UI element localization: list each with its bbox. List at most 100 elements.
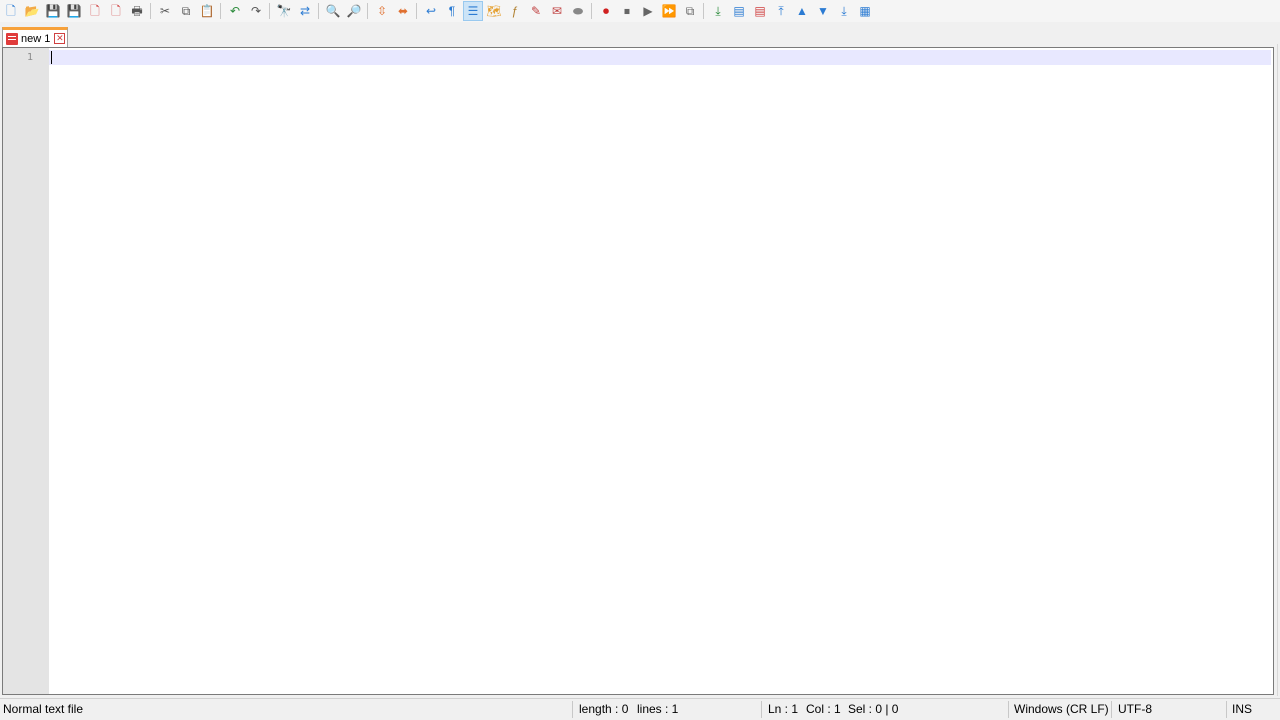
word-wrap-button[interactable]: ↩ bbox=[421, 1, 441, 21]
replace-button[interactable]: ⇄ bbox=[295, 1, 315, 21]
status-encoding[interactable]: UTF-8 bbox=[1118, 699, 1152, 720]
user-lang-icon: ⬬ bbox=[572, 4, 584, 18]
sync-vertical-icon: ⇳ bbox=[376, 4, 388, 18]
status-sel: Sel : 0 | 0 bbox=[848, 702, 899, 716]
toolbar-separator bbox=[318, 3, 319, 19]
status-lines: lines : 1 bbox=[637, 702, 679, 716]
status-divider bbox=[761, 701, 762, 718]
status-length: length : 0 bbox=[579, 702, 629, 716]
close-all-icon: 🗋 bbox=[111, 4, 121, 18]
zoom-out-icon: 🔎 bbox=[346, 4, 362, 18]
macro-stop-icon: ⏹ bbox=[623, 4, 630, 18]
previous-diff-icon: ▲ bbox=[796, 4, 808, 18]
notepad-window: 🗋 📂 💾 💾 🗋 🗋 🖶 ✂ ⧉ 📋 ↶ ↷ 🔭 ⇄ 🔍 🔎 ⇳ ⬌ ↩ ¶ ☰ 🗺 ƒ ✎ ✉ ⬬ ⏺ ⏹ ▶ ⏩ ⧉ ⤓ ▤ ▤ ⤒ ▲ ▼ ⤓ ▦ … bbox=[0, 0, 1280, 720]
macro-play-icon: ▶ bbox=[643, 4, 653, 18]
text-caret bbox=[51, 51, 52, 64]
show-all-characters-button[interactable]: ¶ bbox=[442, 1, 462, 21]
document-map-button[interactable]: 🗺 bbox=[484, 1, 504, 21]
macro-stop-button[interactable]: ⏹ bbox=[617, 1, 637, 21]
toolbar-separator bbox=[269, 3, 270, 19]
download-button[interactable]: ⤓ bbox=[708, 1, 728, 21]
toolbar-separator bbox=[703, 3, 704, 19]
sync-horizontal-icon: ⬌ bbox=[397, 4, 409, 18]
macro-record-button[interactable]: ⏺ bbox=[596, 1, 616, 21]
macro-save-button[interactable]: ⧉ bbox=[680, 1, 700, 21]
redo-button[interactable]: ↷ bbox=[246, 1, 266, 21]
macro-play-button[interactable]: ▶ bbox=[638, 1, 658, 21]
monitoring-button[interactable]: ✉ bbox=[547, 1, 567, 21]
text-editor[interactable]: 1 bbox=[2, 47, 1274, 695]
navigation-bar-button[interactable]: ▦ bbox=[855, 1, 875, 21]
find-button[interactable]: 🔭 bbox=[274, 1, 294, 21]
monitoring-icon: ✉ bbox=[551, 4, 563, 18]
last-diff-button[interactable]: ⤓ bbox=[834, 1, 854, 21]
close-tab-icon[interactable]: ✕ bbox=[54, 33, 66, 44]
cut-icon: ✂ bbox=[159, 4, 171, 18]
toolbar-separator bbox=[591, 3, 592, 19]
status-eol[interactable]: Windows (CR LF) bbox=[1014, 699, 1109, 720]
first-diff-button[interactable]: ⤒ bbox=[771, 1, 791, 21]
function-list-button[interactable]: ƒ bbox=[505, 1, 525, 21]
save-icon: 💾 bbox=[45, 4, 61, 18]
status-divider bbox=[1111, 701, 1112, 718]
document-map-icon: 🗺 bbox=[486, 4, 502, 18]
unsaved-file-icon bbox=[6, 32, 18, 45]
last-diff-icon: ⤓ bbox=[841, 4, 847, 18]
sync-vertical-button[interactable]: ⇳ bbox=[372, 1, 392, 21]
tab-new-1[interactable]: new 1 ✕ bbox=[2, 27, 68, 47]
tab-bar: new 1 ✕ bbox=[0, 24, 1280, 47]
sync-horizontal-button[interactable]: ⬌ bbox=[393, 1, 413, 21]
zoom-in-button[interactable]: 🔍 bbox=[323, 1, 343, 21]
tab-label: new 1 bbox=[21, 32, 51, 45]
status-bar: Normal text file length : 0 lines : 1 Ln… bbox=[0, 698, 1280, 720]
zoom-out-button[interactable]: 🔎 bbox=[344, 1, 364, 21]
toolbar-separator bbox=[150, 3, 151, 19]
compare-button[interactable]: ▤ bbox=[729, 1, 749, 21]
status-divider bbox=[1008, 701, 1009, 718]
clear-compare-icon: ▤ bbox=[754, 4, 766, 18]
redo-icon: ↷ bbox=[250, 4, 262, 18]
paste-button[interactable]: 📋 bbox=[197, 1, 217, 21]
open-file-button[interactable]: 📂 bbox=[22, 1, 42, 21]
indent-guide-icon: ☰ bbox=[467, 4, 479, 18]
clear-compare-button[interactable]: ▤ bbox=[750, 1, 770, 21]
close-file-button[interactable]: 🗋 bbox=[85, 1, 105, 21]
status-insert-mode[interactable]: INS bbox=[1232, 699, 1252, 720]
line-number: 1 bbox=[26, 52, 33, 63]
previous-diff-button[interactable]: ▲ bbox=[792, 1, 812, 21]
save-all-button[interactable]: 💾 bbox=[64, 1, 84, 21]
close-file-icon: 🗋 bbox=[90, 4, 100, 18]
user-lang-button[interactable]: ⬬ bbox=[568, 1, 588, 21]
download-icon: ⤓ bbox=[715, 4, 721, 18]
current-line-highlight bbox=[49, 50, 1271, 65]
toolbar-separator bbox=[416, 3, 417, 19]
first-diff-icon: ⤒ bbox=[778, 4, 784, 18]
new-file-button[interactable]: 🗋 bbox=[1, 1, 21, 21]
folder-as-workspace-button[interactable]: ✎ bbox=[526, 1, 546, 21]
copy-button[interactable]: ⧉ bbox=[176, 1, 196, 21]
show-all-characters-icon: ¶ bbox=[448, 4, 456, 18]
toolbar-separator bbox=[367, 3, 368, 19]
find-icon: 🔭 bbox=[276, 4, 292, 18]
undo-button[interactable]: ↶ bbox=[225, 1, 245, 21]
macro-record-icon: ⏺ bbox=[602, 4, 609, 18]
function-list-icon: ƒ bbox=[511, 4, 519, 18]
next-diff-button[interactable]: ▼ bbox=[813, 1, 833, 21]
close-all-button[interactable]: 🗋 bbox=[106, 1, 126, 21]
window-edge bbox=[1274, 44, 1280, 696]
toolbar-separator bbox=[220, 3, 221, 19]
status-col: Col : 1 bbox=[806, 702, 841, 716]
status-divider bbox=[1226, 701, 1227, 718]
status-ln: Ln : 1 bbox=[768, 702, 799, 716]
folder-as-workspace-icon: ✎ bbox=[530, 4, 542, 18]
print-button[interactable]: 🖶 bbox=[127, 1, 147, 21]
macro-run-multiple-icon: ⏩ bbox=[661, 4, 677, 18]
indent-guide-button[interactable]: ☰ bbox=[463, 1, 483, 21]
word-wrap-icon: ↩ bbox=[425, 4, 437, 18]
macro-run-multiple-button[interactable]: ⏩ bbox=[659, 1, 679, 21]
open-file-icon: 📂 bbox=[24, 4, 40, 18]
cut-button[interactable]: ✂ bbox=[155, 1, 175, 21]
new-file-icon: 🗋 bbox=[6, 4, 16, 18]
undo-icon: ↶ bbox=[229, 4, 241, 18]
save-button[interactable]: 💾 bbox=[43, 1, 63, 21]
